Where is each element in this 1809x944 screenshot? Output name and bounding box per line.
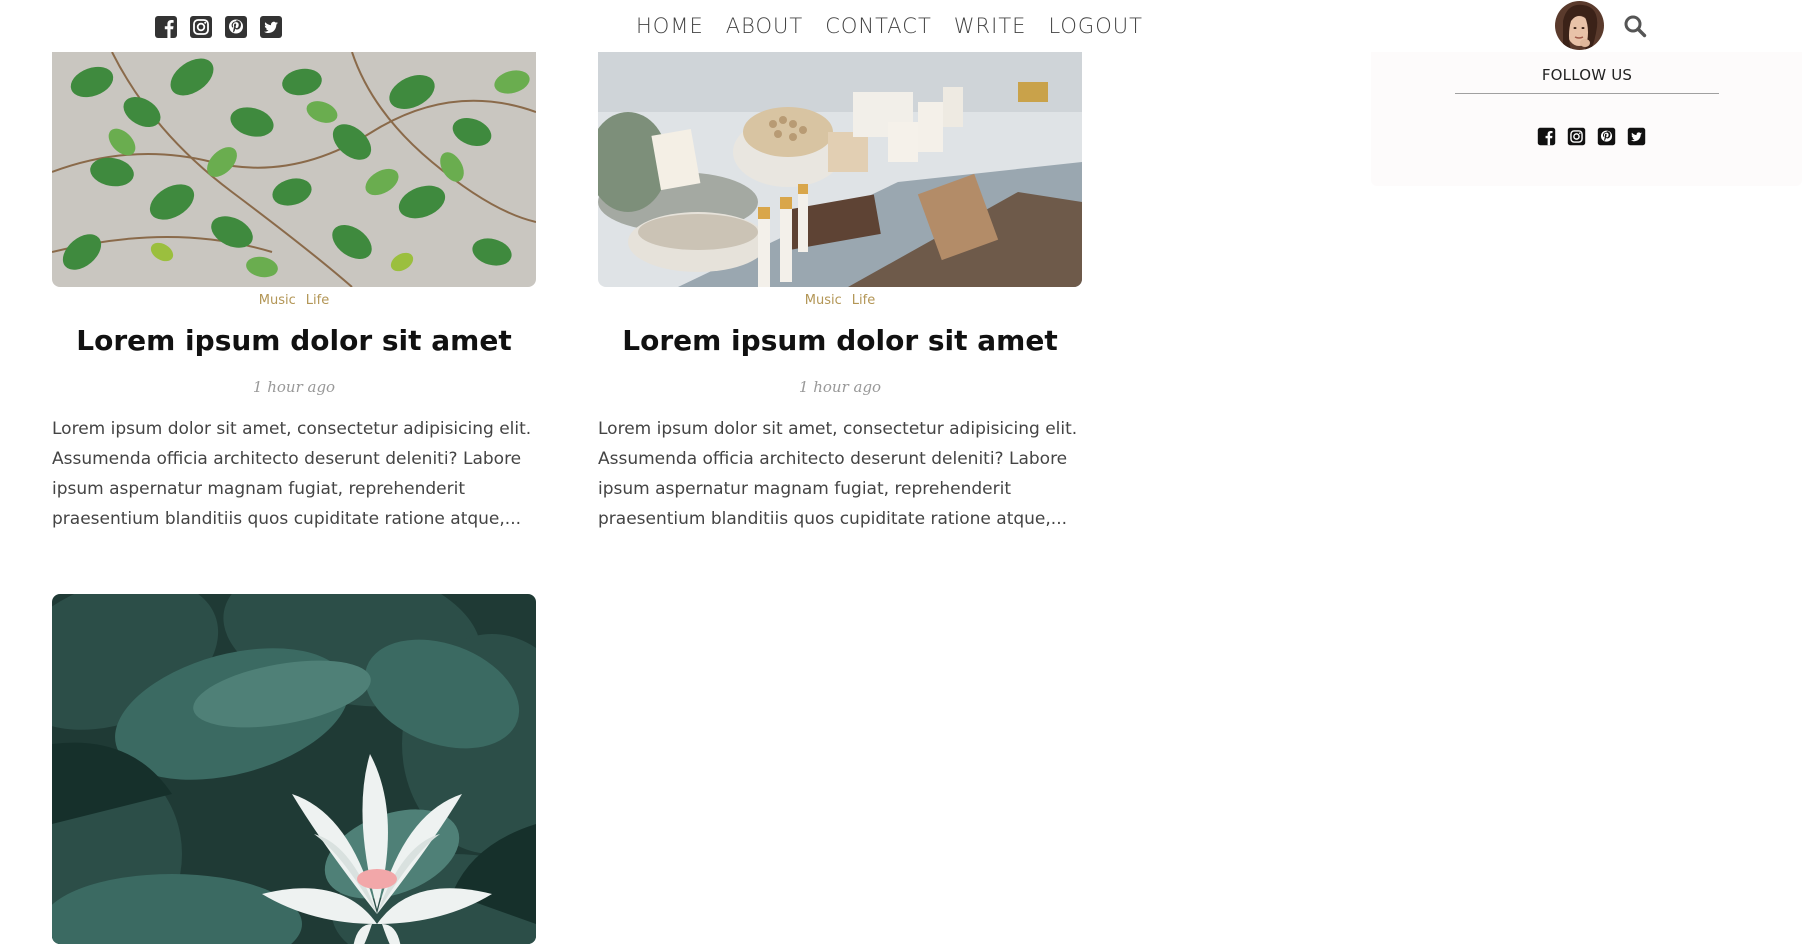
- twitter-icon[interactable]: [259, 15, 283, 39]
- avatar[interactable]: [1555, 1, 1604, 50]
- search-icon[interactable]: [1623, 14, 1647, 38]
- post-date: 1 hour ago: [798, 378, 882, 396]
- pinterest-icon[interactable]: [1597, 127, 1616, 146]
- follow-us-title: FOLLOW US: [1455, 66, 1719, 94]
- post-categories: Music Life: [52, 292, 536, 310]
- post-image-spa[interactable]: [598, 52, 1082, 287]
- instagram-icon[interactable]: [189, 15, 213, 39]
- instagram-icon[interactable]: [1567, 127, 1586, 146]
- nav-contact[interactable]: CONTACT: [825, 10, 932, 42]
- nav-about[interactable]: ABOUT: [726, 10, 803, 42]
- sidebar-follow-box: FOLLOW US: [1371, 52, 1802, 186]
- pinterest-icon[interactable]: [224, 15, 248, 39]
- category-link[interactable]: Music: [259, 293, 296, 308]
- post-card: Music Life Lorem ipsum dolor sit amet 1 h…: [52, 52, 536, 534]
- post-date: 1 hour ago: [252, 378, 336, 396]
- post-card: Music Life Lorem ipsum dolor sit amet 1 h…: [598, 52, 1082, 534]
- post-title[interactable]: Lorem ipsum dolor sit amet: [598, 322, 1082, 360]
- twitter-icon[interactable]: [1627, 127, 1646, 146]
- post-image-ivy[interactable]: [52, 52, 536, 287]
- facebook-icon[interactable]: [1537, 127, 1556, 146]
- nav-home[interactable]: HOME: [636, 10, 704, 42]
- header-social-links: [154, 15, 283, 39]
- post-categories: Music Life: [598, 292, 1082, 310]
- post-image-lotus[interactable]: [52, 594, 536, 944]
- category-link[interactable]: Life: [852, 293, 875, 308]
- nav-write[interactable]: WRITE: [954, 10, 1027, 42]
- top-bar: HOME ABOUT CONTACT WRITE LOGOUT: [0, 0, 1809, 52]
- post-description: Lorem ipsum dolor sit amet, consectetur …: [52, 419, 532, 529]
- facebook-icon[interactable]: [154, 15, 178, 39]
- category-link[interactable]: Life: [306, 293, 329, 308]
- category-link[interactable]: Music: [805, 293, 842, 308]
- main-nav: HOME ABOUT CONTACT WRITE LOGOUT: [636, 10, 1165, 42]
- post-description: Lorem ipsum dolor sit amet, consectetur …: [598, 419, 1078, 529]
- post-card: [52, 594, 536, 944]
- nav-logout[interactable]: LOGOUT: [1048, 10, 1142, 42]
- post-title[interactable]: Lorem ipsum dolor sit amet: [52, 322, 536, 360]
- sidebar-social-links: [1537, 127, 1646, 146]
